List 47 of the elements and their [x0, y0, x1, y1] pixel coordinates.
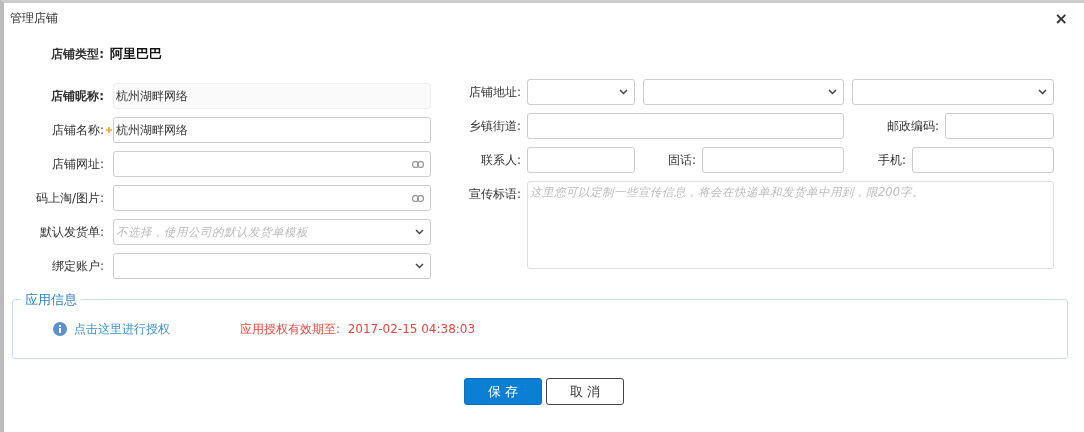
field-value: 杭州湖畔网络 [116, 87, 189, 105]
select-field[interactable] [527, 79, 635, 105]
chevron-down-icon [415, 263, 424, 269]
field-label: 绑定账户: [50, 257, 104, 275]
field-label: 码上淘/图片: [34, 189, 104, 207]
field-value: 杭州湖畔网络 [116, 121, 189, 139]
field-label: 店铺网址: [50, 155, 104, 173]
info-icon [53, 322, 67, 336]
field-label: 默认发货单: [38, 223, 104, 241]
authorize-link[interactable]: 点击这里进行授权 [74, 320, 170, 338]
field-label: 店铺类型: [50, 45, 104, 63]
url-field[interactable] [113, 151, 431, 177]
url-field[interactable] [113, 185, 431, 211]
shop-type-value: 阿里巴巴 [110, 45, 162, 63]
window-title: 管理店铺 [10, 9, 59, 27]
text-field[interactable]: 杭州湖畔网络 [113, 117, 431, 143]
field-label: 乡镇街道: [467, 117, 521, 135]
field-label: 联系人: [479, 151, 521, 169]
save-button[interactable]: 保 存 [464, 378, 542, 405]
link-icon [412, 160, 424, 168]
close-button[interactable]: × [1046, 8, 1076, 28]
placeholder: 不选择，使用公司的默认发货单模板 [116, 224, 309, 240]
text-field[interactable] [945, 113, 1054, 139]
chevron-down-icon [619, 89, 628, 95]
text-field[interactable] [527, 147, 635, 173]
field-label: 店铺名称: [50, 121, 104, 139]
expiry-text: 应用授权有效期至: 2017-02-15 04:38:03 [240, 320, 476, 338]
panel-legend: 应用信息 [21, 291, 81, 309]
field-label: 宣传标语: [467, 185, 521, 203]
placeholder: 这里您可以定制一些宣传信息，将会在快递单和发货单中用到，限200字。 [530, 185, 925, 200]
select-field[interactable] [113, 253, 431, 279]
chevron-down-icon [1038, 89, 1047, 95]
select-field[interactable] [643, 79, 844, 105]
text-field[interactable] [527, 113, 844, 139]
cancel-button[interactable]: 取 消 [546, 378, 624, 405]
text-field[interactable] [912, 147, 1054, 173]
chevron-down-icon [415, 229, 424, 235]
text-field[interactable] [702, 147, 844, 173]
chevron-down-icon [828, 89, 837, 95]
select-field[interactable] [852, 79, 1054, 105]
field-label: 店铺地址: [467, 83, 521, 101]
field-label: 固话: [666, 151, 696, 169]
link-icon [412, 194, 424, 202]
field-label: 邮政编码: [885, 117, 939, 135]
field-label: 店铺昵称: [50, 87, 104, 105]
field-label: 手机: [876, 151, 906, 169]
text-field[interactable]: 杭州湖畔网络 [113, 83, 431, 109]
